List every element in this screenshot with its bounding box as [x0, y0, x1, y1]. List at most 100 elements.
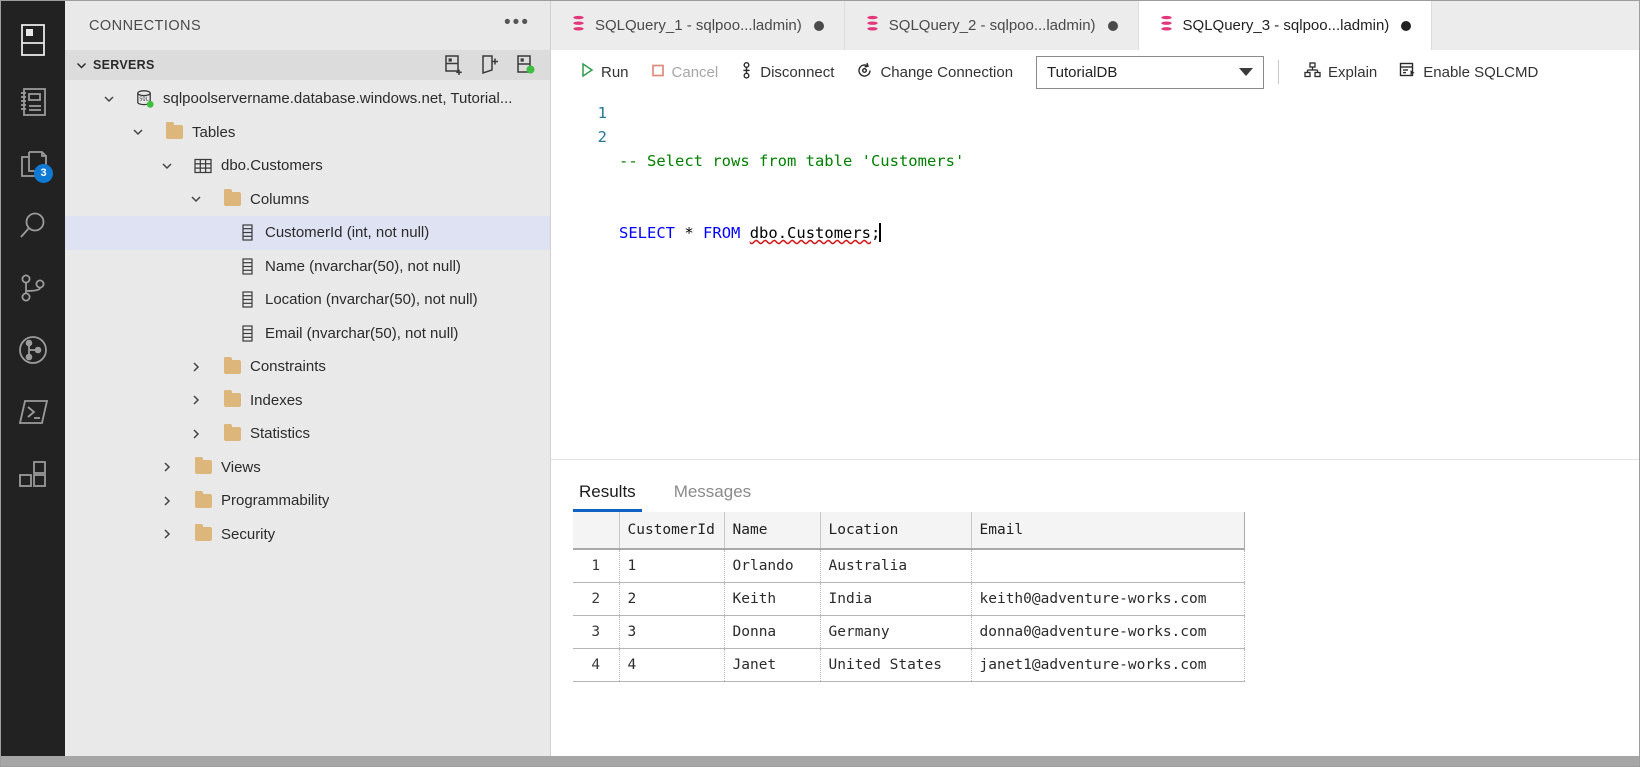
- cell-location[interactable]: India: [820, 582, 972, 616]
- column-header-email[interactable]: Email: [971, 512, 1245, 550]
- tab-sqlquery-1[interactable]: SQLQuery_1 - sqlpoo...ladmin): [551, 1, 845, 50]
- chevron-down-icon[interactable]: [188, 191, 204, 207]
- tree-item-security[interactable]: Security: [65, 518, 550, 552]
- chevron-down-icon[interactable]: [1239, 68, 1254, 76]
- chevron-right-icon[interactable]: [159, 459, 175, 475]
- chevron-right-icon[interactable]: [188, 392, 204, 408]
- cell-email[interactable]: donna0@adventure-works.com: [971, 615, 1245, 649]
- servers-section-header[interactable]: SERVERS: [65, 50, 550, 80]
- enable-sqlcmd-button[interactable]: Enable SQLCMD: [1388, 55, 1549, 89]
- tree-item-columns[interactable]: Columns: [65, 183, 550, 217]
- cancel-button[interactable]: Cancel: [640, 55, 730, 89]
- tree-item-label: Columns: [250, 190, 310, 208]
- cell-location[interactable]: Germany: [820, 615, 972, 649]
- activity-files-icon[interactable]: 3: [1, 133, 65, 195]
- folder-icon: [193, 457, 213, 476]
- disconnect-icon: [740, 61, 753, 83]
- activity-terminal-icon[interactable]: [1, 381, 65, 443]
- disconnect-button[interactable]: Disconnect: [729, 55, 845, 89]
- results-grid: CustomerId Name Location Email 1 1 Orlan…: [573, 512, 1245, 682]
- tree-item-dbo-customers[interactable]: dbo.Customers: [65, 149, 550, 183]
- cell-email[interactable]: janet1@adventure-works.com: [971, 648, 1245, 682]
- cell-name[interactable]: Orlando: [724, 549, 821, 583]
- tree-item-tables[interactable]: Tables: [65, 116, 550, 150]
- chevron-down-icon[interactable]: [159, 158, 175, 174]
- tree-item-views[interactable]: Views: [65, 451, 550, 485]
- cell-name[interactable]: Keith: [724, 582, 821, 616]
- database-dropdown[interactable]: TutorialDB: [1036, 55, 1265, 89]
- activity-search-icon[interactable]: [1, 195, 65, 257]
- table-row[interactable]: 4 4 Janet United States janet1@adventure…: [573, 648, 1245, 682]
- tree-item-label: Location (nvarchar(50), not null): [265, 291, 478, 309]
- play-icon: [580, 62, 594, 82]
- cell-customerid[interactable]: 2: [619, 582, 725, 616]
- tab-sqlquery-2[interactable]: SQLQuery_2 - sqlpoo...ladmin): [844, 1, 1139, 50]
- table-row[interactable]: 2 2 Keith India keith0@adventure-works.c…: [573, 582, 1245, 616]
- tree-item-indexes[interactable]: Indexes: [65, 384, 550, 418]
- code-content[interactable]: -- Select rows from table 'Customers' SE…: [619, 95, 1639, 459]
- cell-name[interactable]: Donna: [724, 615, 821, 649]
- tab-results[interactable]: Results: [573, 482, 642, 512]
- column-header-customerid[interactable]: CustomerId: [619, 512, 725, 550]
- line-number: 2: [597, 128, 607, 146]
- cell-customerid[interactable]: 3: [619, 615, 725, 649]
- chevron-down-icon[interactable]: [130, 124, 146, 140]
- row-number-header: [573, 512, 620, 550]
- column-header-name[interactable]: Name: [724, 512, 821, 550]
- text-cursor: [879, 223, 882, 242]
- cell-name[interactable]: Janet: [724, 648, 821, 682]
- sql-identifier: dbo.Customers: [749, 224, 872, 242]
- tab-messages[interactable]: Messages: [668, 482, 757, 512]
- tree-item-label: Security: [221, 525, 276, 543]
- chevron-right-icon[interactable]: [159, 526, 175, 542]
- add-connection-icon[interactable]: [442, 54, 464, 76]
- cell-email[interactable]: keith0@adventure-works.com: [971, 582, 1245, 616]
- tree-item-column-email[interactable]: Email (nvarchar(50), not null): [65, 317, 550, 351]
- activity-servers-icon[interactable]: [1, 9, 65, 71]
- activity-notebook-icon[interactable]: [1, 71, 65, 133]
- tab-sqlquery-3[interactable]: SQLQuery_3 - sqlpoo...ladmin): [1138, 1, 1433, 50]
- chevron-right-icon[interactable]: [188, 359, 204, 375]
- cell-customerid[interactable]: 4: [619, 648, 725, 682]
- tree-item-column-name[interactable]: Name (nvarchar(50), not null): [65, 250, 550, 284]
- results-grid-container[interactable]: CustomerId Name Location Email 1 1 Orlan…: [551, 512, 1639, 682]
- cell-email[interactable]: [971, 549, 1245, 583]
- tree-item-label: Indexes: [250, 391, 303, 409]
- unsaved-indicator-icon[interactable]: [1401, 20, 1412, 31]
- tab-label: SQLQuery_1 - sqlpoo...ladmin): [595, 17, 802, 34]
- unsaved-indicator-icon[interactable]: [813, 20, 824, 31]
- change-connection-button[interactable]: Change Connection: [845, 55, 1024, 89]
- cell-customerid[interactable]: 1: [619, 549, 725, 583]
- tree-item-constraints[interactable]: Constraints: [65, 350, 550, 384]
- column-header-location[interactable]: Location: [820, 512, 972, 550]
- row-number: 2: [573, 582, 620, 616]
- tree-item-programmability[interactable]: Programmability: [65, 484, 550, 518]
- cell-location[interactable]: Australia: [820, 549, 972, 583]
- chevron-down-icon[interactable]: [73, 57, 89, 73]
- activity-extensions-icon[interactable]: [1, 443, 65, 505]
- servers-section-actions: [442, 54, 550, 76]
- chevron-right-icon[interactable]: [159, 493, 175, 509]
- tree-item-statistics[interactable]: Statistics: [65, 417, 550, 451]
- cell-location[interactable]: United States: [820, 648, 972, 682]
- chevron-right-icon[interactable]: [188, 426, 204, 442]
- table-row[interactable]: 3 3 Donna Germany donna0@adventure-works…: [573, 615, 1245, 649]
- unsaved-indicator-icon[interactable]: [1107, 20, 1118, 31]
- refresh-servers-icon[interactable]: [514, 54, 536, 76]
- sql-keyword-from: FROM: [703, 224, 741, 242]
- explain-button[interactable]: Explain: [1293, 55, 1388, 89]
- column-icon: [237, 257, 257, 275]
- tree-item-column-customerid[interactable]: CustomerId (int, not null): [65, 216, 550, 250]
- tree-item-server[interactable]: SQL sqlpoolservername.database.windows.n…: [65, 82, 550, 116]
- add-connection-group-icon[interactable]: [478, 54, 500, 76]
- chevron-down-icon[interactable]: [101, 91, 117, 107]
- sidebar-more-actions-icon[interactable]: •••: [504, 13, 530, 39]
- folder-icon: [193, 524, 213, 543]
- tree-item-column-location[interactable]: Location (nvarchar(50), not null): [65, 283, 550, 317]
- activity-git-graph-icon[interactable]: [1, 319, 65, 381]
- table-row[interactable]: 1 1 Orlando Australia: [573, 549, 1245, 583]
- run-button[interactable]: Run: [569, 55, 640, 89]
- activity-source-control-icon[interactable]: [1, 257, 65, 319]
- tree-item-label: Statistics: [250, 425, 311, 443]
- sql-code-editor[interactable]: 1 2 -- Select rows from table 'Customers…: [551, 95, 1639, 459]
